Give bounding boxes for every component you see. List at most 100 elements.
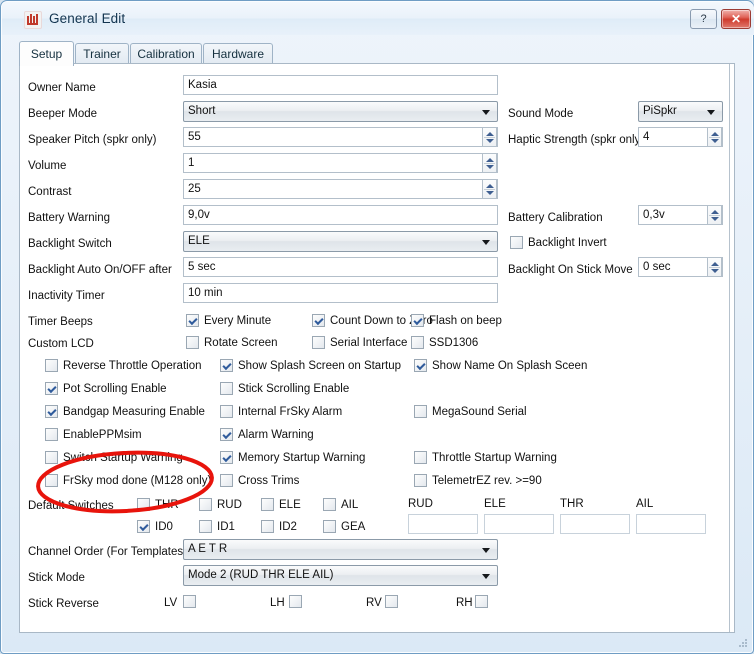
stepper-up-icon[interactable] bbox=[486, 158, 494, 162]
internal-frsky-alarm-label: Internal FrSky Alarm bbox=[238, 406, 343, 418]
pot-scrolling-enable-checkbox[interactable] bbox=[45, 382, 58, 395]
alarm-warning-checkbox[interactable] bbox=[220, 428, 233, 441]
show-name-on-splash-checkbox[interactable] bbox=[414, 359, 427, 372]
contrast-stepper[interactable] bbox=[482, 179, 497, 199]
close-button[interactable]: ✕ bbox=[721, 9, 751, 29]
default-switch-thr-checkbox[interactable] bbox=[137, 498, 150, 511]
title-bar: General Edit ? ✕ bbox=[2, 2, 754, 35]
stepper-up-icon[interactable] bbox=[711, 210, 719, 214]
throttle-startup-warning-checkbox[interactable] bbox=[414, 451, 427, 464]
battery-calibration-label: Battery Calibration bbox=[508, 212, 603, 224]
reverse-throttle-operation-checkbox[interactable] bbox=[45, 359, 58, 372]
help-button[interactable]: ? bbox=[690, 9, 717, 29]
backlight-stick-move-stepper[interactable] bbox=[707, 257, 722, 277]
default-switch-id1-checkbox[interactable] bbox=[199, 520, 212, 533]
trim-ele-input[interactable] bbox=[484, 514, 554, 534]
trim-ele-label: ELE bbox=[484, 498, 506, 510]
timer-beeps-flash-label: Flash on beep bbox=[429, 315, 502, 327]
backlight-stick-move-label: Backlight On Stick Move bbox=[508, 264, 633, 276]
switch-startup-warning-checkbox[interactable] bbox=[45, 451, 58, 464]
custom-lcd-ssd1306-label: SSD1306 bbox=[429, 337, 479, 349]
internal-frsky-alarm-checkbox[interactable] bbox=[220, 405, 233, 418]
trim-ail-input[interactable] bbox=[636, 514, 706, 534]
bandgap-measuring-enable-label: Bandgap Measuring Enable bbox=[63, 406, 205, 418]
stick-reverse-rh-checkbox[interactable] bbox=[475, 595, 488, 608]
backlight-auto-input[interactable]: 5 sec bbox=[183, 257, 498, 277]
stepper-down-icon[interactable] bbox=[486, 165, 494, 169]
stepper-up-icon[interactable] bbox=[486, 132, 494, 136]
timer-beeps-flash-checkbox[interactable] bbox=[411, 314, 424, 327]
chevron-down-icon bbox=[482, 240, 490, 245]
stepper-down-icon[interactable] bbox=[711, 139, 719, 143]
volume-stepper[interactable] bbox=[482, 153, 497, 173]
backlight-switch-select[interactable]: ELE bbox=[183, 231, 498, 252]
haptic-strength-stepper[interactable] bbox=[707, 127, 722, 147]
custom-lcd-ssd1306-checkbox[interactable] bbox=[411, 336, 424, 349]
backlight-auto-label: Backlight Auto On/OFF after bbox=[28, 264, 172, 276]
stepper-down-icon[interactable] bbox=[711, 269, 719, 273]
battery-calibration-spinner[interactable]: 0,3v bbox=[638, 205, 723, 225]
speaker-pitch-stepper[interactable] bbox=[482, 127, 497, 147]
backlight-stick-move-spinner[interactable]: 0 sec bbox=[638, 257, 723, 277]
tab-calibration[interactable]: Calibration bbox=[130, 43, 202, 64]
show-splash-screen-checkbox[interactable] bbox=[220, 359, 233, 372]
trim-thr-label: THR bbox=[560, 498, 584, 510]
bandgap-measuring-enable-checkbox[interactable] bbox=[45, 405, 58, 418]
tab-trainer[interactable]: Trainer bbox=[75, 43, 129, 64]
battery-calibration-stepper[interactable] bbox=[707, 205, 722, 225]
telemetrez-rev-checkbox[interactable] bbox=[414, 474, 427, 487]
volume-label: Volume bbox=[28, 160, 67, 172]
stepper-down-icon[interactable] bbox=[486, 139, 494, 143]
stick-mode-select[interactable]: Mode 2 (RUD THR ELE AIL) bbox=[183, 565, 498, 586]
inactivity-timer-input[interactable]: 10 min bbox=[183, 283, 498, 303]
stick-scrolling-enable-checkbox[interactable] bbox=[220, 382, 233, 395]
resize-grip[interactable] bbox=[738, 638, 748, 648]
volume-spinner[interactable]: 1 bbox=[183, 153, 498, 173]
default-switch-rud-checkbox[interactable] bbox=[199, 498, 212, 511]
speaker-pitch-label: Speaker Pitch (spkr only) bbox=[28, 134, 157, 146]
custom-lcd-serial-interface-checkbox[interactable] bbox=[312, 336, 325, 349]
trim-thr-input[interactable] bbox=[560, 514, 630, 534]
stick-reverse-lv-label: LV bbox=[164, 597, 178, 609]
frsky-mod-done-checkbox[interactable] bbox=[45, 474, 58, 487]
contrast-spinner[interactable]: 25 bbox=[183, 179, 498, 199]
channel-order-select[interactable]: A E T R bbox=[183, 539, 498, 560]
tab-hardware[interactable]: Hardware bbox=[203, 43, 273, 64]
cross-trims-label: Cross Trims bbox=[238, 475, 300, 487]
default-switch-ele-checkbox[interactable] bbox=[261, 498, 274, 511]
stepper-up-icon[interactable] bbox=[711, 132, 719, 136]
stick-reverse-lv-checkbox[interactable] bbox=[183, 595, 196, 608]
backlight-invert-checkbox[interactable] bbox=[510, 236, 523, 249]
stick-reverse-rv-checkbox[interactable] bbox=[385, 595, 398, 608]
default-switch-ail-checkbox[interactable] bbox=[323, 498, 336, 511]
memory-startup-warning-checkbox[interactable] bbox=[220, 451, 233, 464]
sound-mode-select[interactable]: PiSpkr bbox=[638, 101, 723, 122]
timer-beeps-count-down-checkbox[interactable] bbox=[312, 314, 325, 327]
default-switch-ail-label: AIL bbox=[341, 499, 359, 511]
haptic-strength-spinner[interactable]: 4 bbox=[638, 127, 723, 147]
default-switch-gea-checkbox[interactable] bbox=[323, 520, 336, 533]
speaker-pitch-value: 55 bbox=[188, 131, 201, 143]
trim-ail-label: AIL bbox=[636, 498, 654, 510]
stepper-up-icon[interactable] bbox=[711, 262, 719, 266]
companion-icon bbox=[24, 11, 42, 29]
tab-setup[interactable]: Setup bbox=[19, 41, 74, 66]
default-switch-id0-checkbox[interactable] bbox=[137, 520, 150, 533]
megasound-serial-checkbox[interactable] bbox=[414, 405, 427, 418]
default-switch-id2-checkbox[interactable] bbox=[261, 520, 274, 533]
show-name-on-splash-label: Show Name On Splash Sceen bbox=[432, 360, 588, 372]
custom-lcd-rotate-screen-checkbox[interactable] bbox=[186, 336, 199, 349]
owner-name-input[interactable]: Kasia bbox=[183, 75, 498, 95]
stick-reverse-lh-checkbox[interactable] bbox=[289, 595, 302, 608]
stepper-up-icon[interactable] bbox=[486, 184, 494, 188]
speaker-pitch-spinner[interactable]: 55 bbox=[183, 127, 498, 147]
cross-trims-checkbox[interactable] bbox=[220, 474, 233, 487]
beeper-mode-select[interactable]: Short bbox=[183, 101, 498, 122]
default-switch-gea-label: GEA bbox=[341, 521, 366, 533]
timer-beeps-every-minute-checkbox[interactable] bbox=[186, 314, 199, 327]
stepper-down-icon[interactable] bbox=[486, 191, 494, 195]
trim-rud-input[interactable] bbox=[408, 514, 478, 534]
stepper-down-icon[interactable] bbox=[711, 217, 719, 221]
battery-warning-input[interactable]: 9,0v bbox=[183, 205, 498, 225]
enableppmsim-checkbox[interactable] bbox=[45, 428, 58, 441]
